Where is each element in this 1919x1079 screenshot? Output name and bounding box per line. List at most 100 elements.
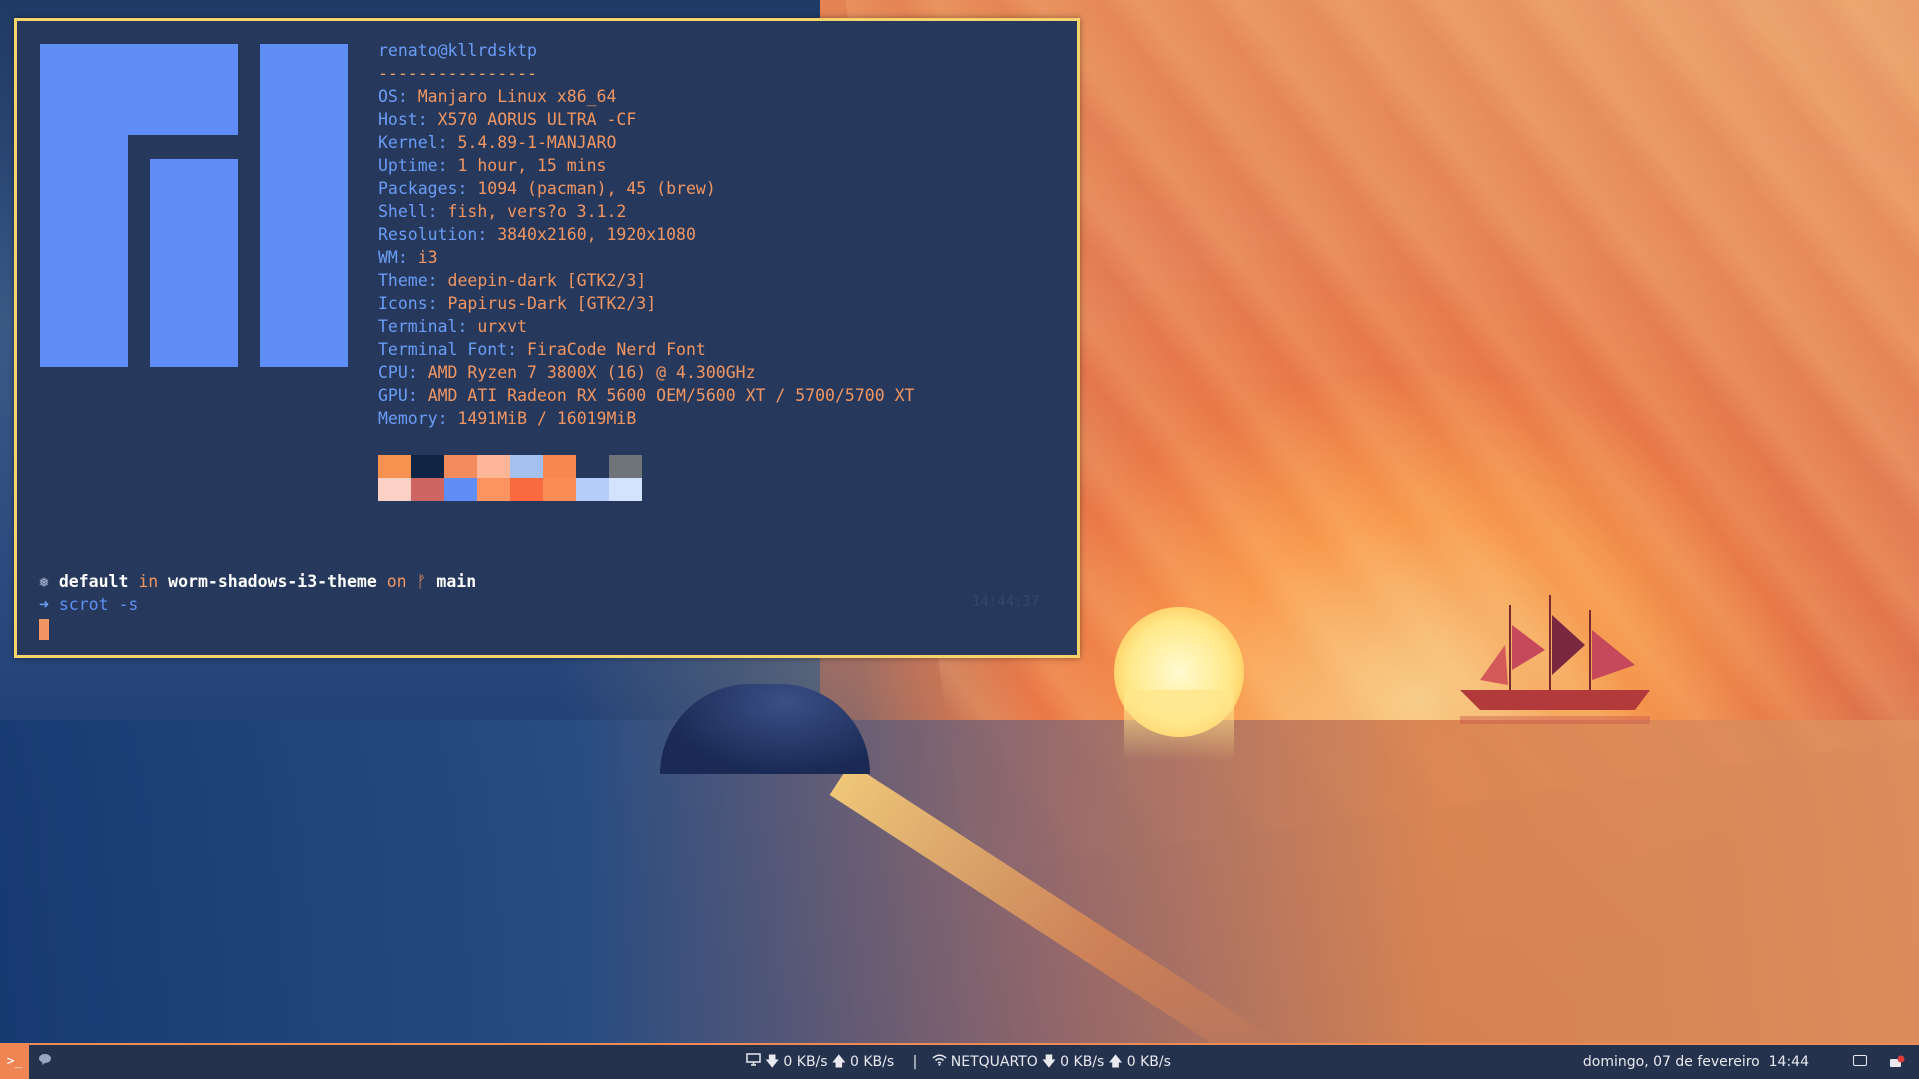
monitor-icon [746,1053,761,1070]
system-info: renato@kllrdsktp ---------------- OS: Ma… [378,39,914,430]
upload-speed-1: 0 KB/s [849,1054,895,1070]
palette-swatch [477,478,510,501]
info-key: Icons [378,294,428,313]
palette-swatch [510,455,543,478]
upload-speed-2: 0 KB/s [1126,1054,1171,1070]
sun-reflection [1124,690,1234,760]
download-arrow-icon: 🡇 [765,1054,780,1070]
palette-swatch [510,478,543,501]
manjaro-logo [40,44,350,367]
bar-divider: | [912,1054,918,1070]
terminal-window[interactable]: renato@kllrdsktp ---------------- OS: Ma… [14,18,1080,658]
network-name: NETQUARTO [950,1054,1038,1070]
info-row: Shell: fish, vers?o 3.1.2 [378,202,627,221]
info-row: Kernel: 5.4.89-1-MANJARO [378,133,617,152]
info-row: Icons: Papirus-Dark [GTK2/3] [378,294,657,313]
chat-bubble-icon[interactable] [38,1053,54,1069]
info-value: FiraCode Nerd Font [527,340,706,359]
terminal-cursor[interactable] [39,619,49,640]
palette-swatch [444,478,477,501]
info-value: 5.4.89-1-MANJARO [457,133,617,152]
palette-swatch [543,455,576,478]
prompt-in: in [138,572,159,591]
info-key: Theme [378,271,428,290]
info-value: 3840x2160, 1920x1080 [497,225,696,244]
info-row: OS: Manjaro Linux x86_64 [378,87,617,106]
info-key: Terminal [378,317,458,336]
palette-swatch [477,455,510,478]
upload-arrow-icon: 🡅 [831,1054,846,1070]
info-row: Terminal Font: FiraCode Nerd Font [378,340,706,359]
prompt-symbol: ❅ [39,572,49,591]
wifi-icon [932,1054,947,1070]
shell-prompt: ❅ default in worm-shadows-i3-theme on ᚠ … [39,570,476,616]
upload-arrow-icon: 🡅 [1108,1054,1123,1070]
color-palette [378,455,642,501]
date: domingo, 07 de fevereiro [1582,1054,1760,1070]
info-value: 1094 (pacman), 45 (brew) [477,179,716,198]
palette-swatch [411,455,444,478]
info-key: Memory [378,409,438,428]
download-arrow-icon: 🡇 [1041,1054,1057,1070]
status-bar: >_ 🡇 0 KB/s 🡅 0 KB/s | NETQUARTO 🡇 0 KB/s 🡅 0 K… [0,1043,1919,1079]
info-key: Packages [378,179,458,198]
prompt-on: on [386,572,407,591]
screen-icon[interactable] [1853,1055,1867,1066]
info-key: CPU [378,363,408,382]
info-value: deepin-dark [GTK2/3] [447,271,647,290]
info-value: AMD ATI Radeon RX 5600 OEM/5600 XT / 570… [427,386,915,405]
info-value: urxvt [477,317,528,336]
info-key: Kernel [378,133,438,152]
palette-swatch [576,455,609,478]
info-value: i3 [417,248,438,267]
palette-swatch [609,455,642,478]
network-monitor: 🡇 0 KB/s 🡅 0 KB/s | NETQUARTO 🡇 0 KB/s 🡅 0 KB/s [746,1045,1175,1079]
info-key: Uptime [378,156,438,175]
info-key: Resolution [378,225,478,244]
info-row: WM: i3 [378,248,438,267]
info-key: Terminal Font [378,340,508,359]
palette-swatch [609,478,642,501]
info-value: 1491MiB / 16019MiB [457,409,637,428]
info-key: GPU [378,386,408,405]
info-row: Terminal: urxvt [378,317,528,336]
app-tray-icon[interactable] [1889,1054,1905,1070]
info-key: Shell [378,202,428,221]
git-branch-icon: ᚠ [416,572,427,591]
info-row: Host: X570 AORUS ULTRA -CF [378,110,637,129]
clock[interactable]: domingo, 07 de fevereiro 14:44 [1583,1045,1809,1079]
palette-swatch [444,455,477,478]
info-row: Resolution: 3840x2160, 1920x1080 [378,225,696,244]
info-value: fish, vers?o 3.1.2 [447,202,627,221]
palette-swatch [543,478,576,501]
palette-swatch [411,478,444,501]
palette-swatch [576,478,609,501]
info-separator: ---------------- [378,64,537,83]
prompt-env: default [58,572,129,591]
sailing-ship-illustration [1460,595,1650,724]
prompt-directory: worm-shadows-i3-theme [168,572,377,591]
palette-swatch [378,478,411,501]
info-value: 1 hour, 15 mins [457,156,607,175]
info-key: Host [378,110,418,129]
info-row: Packages: 1094 (pacman), 45 (brew) [378,179,716,198]
info-key: WM [378,248,398,267]
download-speed-1: 0 KB/s [783,1054,828,1070]
info-value: Papirus-Dark [GTK2/3] [447,294,657,313]
info-value: AMD Ryzen 7 3800X (16) @ 4.300GHz [427,363,756,382]
prompt-branch: main [436,572,477,591]
palette-swatch [378,455,411,478]
info-key: OS [378,87,398,106]
user-host: renato@kllrdsktp [378,41,537,60]
info-row: Uptime: 1 hour, 15 mins [378,156,607,175]
sea [0,720,1919,1050]
right-prompt-time: 14:44:37 [972,594,1040,610]
info-row: Theme: deepin-dark [GTK2/3] [378,271,647,290]
terminal-icon[interactable]: >_ [0,1045,29,1079]
info-row: Memory: 1491MiB / 16019MiB [378,409,637,428]
download-speed-2: 0 KB/s [1060,1054,1105,1070]
info-value: X570 AORUS ULTRA -CF [437,110,637,129]
command-arrow: ➜ [39,595,49,614]
info-row: GPU: AMD ATI Radeon RX 5600 OEM/5600 XT … [378,386,915,405]
time: 14:44 [1768,1054,1809,1070]
